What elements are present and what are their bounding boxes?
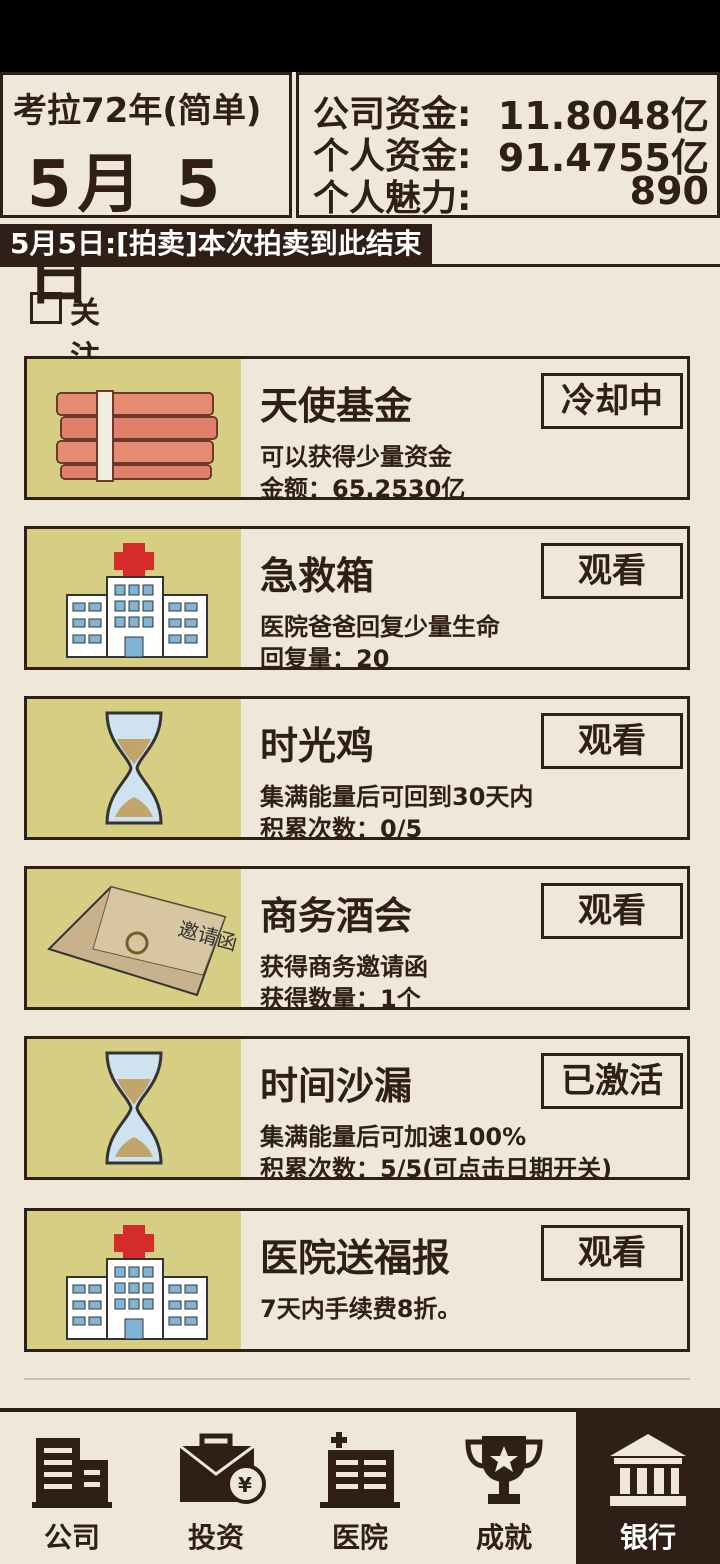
card-first-aid: 急救箱 医院爸爸回复少量生命 回复量：20 观看 (24, 526, 690, 673)
money-stack-icon (56, 390, 218, 482)
charm-label: 个人魅力: (313, 178, 472, 219)
card-detail: 积累次数：0/5 (260, 815, 423, 843)
funds-panel: 公司资金: 11.8048亿 个人资金: 91.4755亿 个人魅力: 890 (296, 72, 720, 219)
invitation-letter-icon: 邀请函 (47, 885, 240, 997)
card-image: 邀请函 (27, 869, 241, 1007)
card-hospital-blessing: 医院送福报 7天内手续费8折。 观看 (24, 1208, 690, 1352)
card-detail: 获得数量：1个 (260, 985, 421, 1013)
bottom-nav: 公司 ¥ 投资 医院 成就 银行 (0, 1408, 720, 1564)
card-description: 可以获得少量资金 (260, 443, 452, 471)
hospital-icon (66, 1225, 208, 1340)
card-image (27, 529, 241, 667)
watch-button[interactable]: 观看 (541, 543, 683, 599)
hospital-icon (66, 543, 208, 658)
watch-button[interactable]: 观看 (541, 1225, 683, 1281)
card-title: 天使基金 (260, 384, 413, 428)
card-description: 获得商务邀请函 (260, 953, 428, 981)
date-panel[interactable]: 考拉72年(简单) 5月 5 日 (0, 72, 292, 314)
hospital-building-icon (320, 1432, 400, 1508)
watch-button[interactable]: 观看 (541, 883, 683, 939)
header: 考拉72年(简单) 5月 5 日 公司资金: 11.8048亿 个人资金: 91… (0, 72, 720, 314)
card-title: 医院送福报 (260, 1236, 451, 1280)
card-angel-fund: 天使基金 可以获得少量资金 金额：65.2530亿 冷却中 (24, 356, 690, 503)
investment-briefcase-icon: ¥ (179, 1433, 266, 1504)
card-image (27, 359, 241, 497)
card-time-hourglass: 时间沙漏 集满能量后可加速100% 积累次数：5/5(可点击日期开关) 已激活 (24, 1036, 690, 1183)
nav-label: 银行 (619, 1521, 676, 1554)
list-end-divider (24, 1378, 690, 1380)
card-detail: 积累次数：5/5(可点击日期开关) (260, 1155, 613, 1183)
hourglass-icon (105, 1051, 163, 1165)
hourglass-icon (105, 711, 163, 825)
nav-bank[interactable]: 银行 (576, 1412, 720, 1564)
nav-label: 公司 (43, 1521, 100, 1554)
card-description: 医院爸爸回复少量生命 (260, 613, 500, 641)
charm-value: 890 (629, 169, 709, 213)
status-bar (0, 0, 720, 72)
card-title: 急救箱 (260, 554, 375, 598)
nav-company[interactable]: 公司 (0, 1412, 144, 1564)
divider (0, 264, 720, 267)
card-detail: 回复量：20 (260, 645, 390, 673)
card-business-party: 邀请函 商务酒会 获得商务邀请函 获得数量：1个 观看 (24, 866, 690, 1013)
card-description: 7天内手续费8折。 (260, 1295, 462, 1323)
company-building-icon (32, 1438, 112, 1508)
card-title: 时光鸡 (260, 724, 375, 768)
trophy-icon (465, 1436, 543, 1504)
card-detail: 金额：65.2530亿 (260, 475, 466, 503)
card-title: 时间沙漏 (260, 1064, 413, 1108)
card-image (27, 1039, 241, 1177)
watch-button[interactable]: 观看 (541, 713, 683, 769)
personal-funds-row: 个人资金: 91.4755亿 (313, 127, 709, 180)
nav-label: 医院 (331, 1521, 388, 1554)
nav-label: 成就 (475, 1521, 532, 1554)
nav-investment[interactable]: ¥ 投资 (144, 1412, 288, 1564)
nav-hospital[interactable]: 医院 (288, 1412, 432, 1564)
company-funds-row: 公司资金: 11.8048亿 (313, 85, 709, 138)
card-description: 集满能量后可加速100% (260, 1123, 527, 1151)
charm-row: 个人魅力: 890 (313, 169, 709, 219)
card-description: 集满能量后可回到30天内 (260, 783, 534, 811)
card-image (27, 1211, 241, 1349)
cooldown-button[interactable]: 冷却中 (541, 373, 683, 429)
card-time-chicken: 时光鸡 集满能量后可回到30天内 积累次数：0/5 观看 (24, 696, 690, 843)
bank-icon (610, 1434, 686, 1506)
activated-button[interactable]: 已激活 (541, 1053, 683, 1109)
nav-achievement[interactable]: 成就 (432, 1412, 576, 1564)
era-label: 考拉72年(简单) (13, 91, 262, 131)
card-title: 商务酒会 (260, 894, 413, 938)
card-image (27, 699, 241, 837)
svg-text:¥: ¥ (238, 1473, 252, 1497)
news-ticker: 5月5日:[拍卖]本次拍卖到此结束 (0, 224, 432, 264)
follow-checkbox[interactable] (30, 292, 62, 324)
nav-label: 投资 (187, 1521, 244, 1554)
